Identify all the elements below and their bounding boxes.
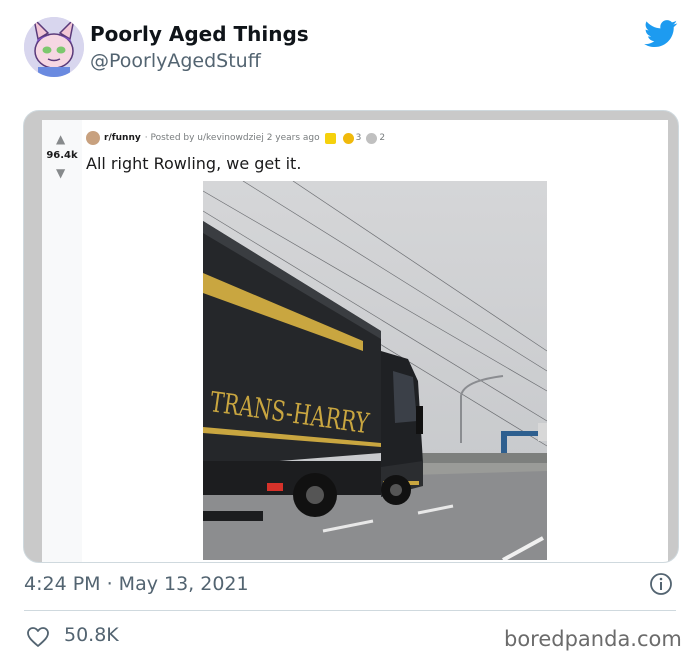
- silver-award-icon: [366, 132, 378, 144]
- handle[interactable]: @PoorlyAgedStuff: [90, 50, 261, 72]
- posted-by: · Posted by u/kevinowdziej 2 years ago: [144, 133, 320, 143]
- media-card[interactable]: ▲ 96.4k ▼ r/funny · Posted by u/kevinowd…: [23, 110, 679, 563]
- post-meta: r/funny · Posted by u/kevinowdziej 2 yea…: [86, 131, 385, 145]
- vote-score: 96.4k: [46, 150, 78, 161]
- divider: [24, 610, 676, 611]
- award-count: 2: [379, 133, 386, 143]
- award-count: 3: [355, 133, 362, 143]
- like-count[interactable]: 50.8K: [64, 624, 119, 646]
- info-icon[interactable]: [649, 572, 673, 596]
- subreddit-icon: [86, 131, 100, 145]
- reddit-post: ▲ 96.4k ▼ r/funny · Posted by u/kevinowd…: [42, 120, 668, 562]
- downvote-icon: ▼: [56, 166, 66, 180]
- watermark: boredpanda.com: [504, 627, 682, 651]
- heart-icon[interactable]: [26, 626, 50, 648]
- subreddit-name: r/funny: [104, 133, 141, 143]
- upvote-icon: ▲: [56, 132, 66, 146]
- wholesome-award-icon: [342, 132, 354, 144]
- post-title: All right Rowling, we get it.: [86, 154, 302, 173]
- avatar[interactable]: [24, 17, 84, 77]
- truck-photo: TRANS-HARRY: [203, 181, 547, 560]
- display-name[interactable]: Poorly Aged Things: [90, 22, 309, 46]
- gold-award-icon: [324, 132, 336, 144]
- twitter-bird-icon: [644, 20, 678, 48]
- vote-column: ▲ 96.4k ▼: [42, 120, 82, 562]
- tweet-timestamp[interactable]: 4:24 PM · May 13, 2021: [24, 573, 249, 595]
